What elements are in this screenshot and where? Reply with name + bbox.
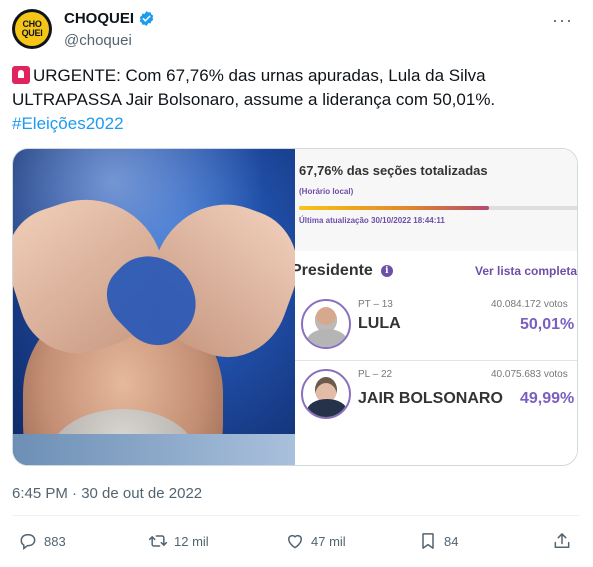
candidate-row: PL – 22 JAIR BOLSONARO 40.075.683 votos … <box>295 365 577 431</box>
ver-lista-completa-link: Ver lista completa <box>475 264 577 278</box>
bookmark-button[interactable]: 84 <box>418 531 458 551</box>
candidate-name: LULA <box>358 315 401 332</box>
tweet-timestamp[interactable]: 6:45 PM · 30 de out de 2022 <box>12 485 202 502</box>
info-icon: i <box>380 265 393 277</box>
siren-emoji-icon <box>12 66 30 84</box>
results-header: 67,76% das seções totalizadas (Horário l… <box>295 149 577 251</box>
display-name[interactable]: CHOQUEI <box>64 10 134 27</box>
like-count: 47 mil <box>311 533 346 549</box>
verified-badge-icon <box>139 11 154 26</box>
divider <box>12 515 580 516</box>
like-button[interactable]: 47 mil <box>285 531 346 551</box>
reply-button[interactable]: 883 <box>18 531 66 551</box>
candidate-party: PT – 13 <box>358 299 393 310</box>
candidate-percentage: 49,99% <box>520 390 575 407</box>
tweet-media[interactable]: 67,76% das seções totalizadas (Horário l… <box>12 148 578 466</box>
candidate-photo <box>301 369 351 419</box>
ultima-atualizacao: Última atualização 30/10/2022 18:44:11 <box>299 216 445 225</box>
reply-count: 883 <box>44 533 66 549</box>
lula-heart-hands-photo[interactable] <box>13 149 295 465</box>
presidente-row: Presidente i Ver lista completa <box>295 259 577 283</box>
horario-local: (Horário local) <box>299 187 354 196</box>
candidate-row: PT – 13 LULA 40.084.172 votos 50,01% <box>295 295 577 361</box>
candidate-votes: 40.075.683 votos <box>491 369 568 380</box>
tweet-actions-bar: 883 12 mil 47 mil 84 <box>0 531 593 555</box>
apuracao-progress-bar <box>299 206 577 210</box>
author-name-row: CHOQUEI <box>64 10 155 27</box>
tweet-text: URGENTE: Com 67,76% das urnas apuradas, … <box>12 64 582 136</box>
bookmark-icon <box>422 533 434 549</box>
retweet-count: 12 mil <box>174 533 209 549</box>
tweet-body: URGENTE: Com 67,76% das urnas apuradas, … <box>12 66 496 109</box>
candidate-party: PL – 22 <box>358 369 393 380</box>
candidate-name: JAIR BOLSONARO <box>358 390 503 407</box>
hashtag-link[interactable]: #Eleições2022 <box>12 114 124 133</box>
more-options-icon[interactable]: ··· <box>552 11 573 29</box>
heart-icon <box>288 534 302 549</box>
retweet-button[interactable]: 12 mil <box>148 531 209 551</box>
choquei-logo: CHO QUEI <box>15 12 49 46</box>
retweet-icon <box>148 535 168 547</box>
candidate-photo <box>301 299 351 349</box>
secoes-totalizadas: 67,76% das seções totalizadas <box>299 163 488 178</box>
author-handle[interactable]: @choquei <box>64 32 132 49</box>
bookmark-count: 84 <box>444 533 459 549</box>
share-button[interactable] <box>552 531 572 551</box>
candidate-votes: 40.084.172 votos <box>491 299 568 310</box>
share-icon <box>554 533 570 548</box>
comment-icon <box>20 534 36 551</box>
progress-fill <box>299 206 489 210</box>
presidente-label: Presidente <box>295 262 373 279</box>
avatar[interactable]: CHO QUEI <box>12 9 52 49</box>
election-results-screenshot[interactable]: 67,76% das seções totalizadas (Horário l… <box>295 149 577 465</box>
candidate-percentage: 50,01% <box>520 316 575 333</box>
